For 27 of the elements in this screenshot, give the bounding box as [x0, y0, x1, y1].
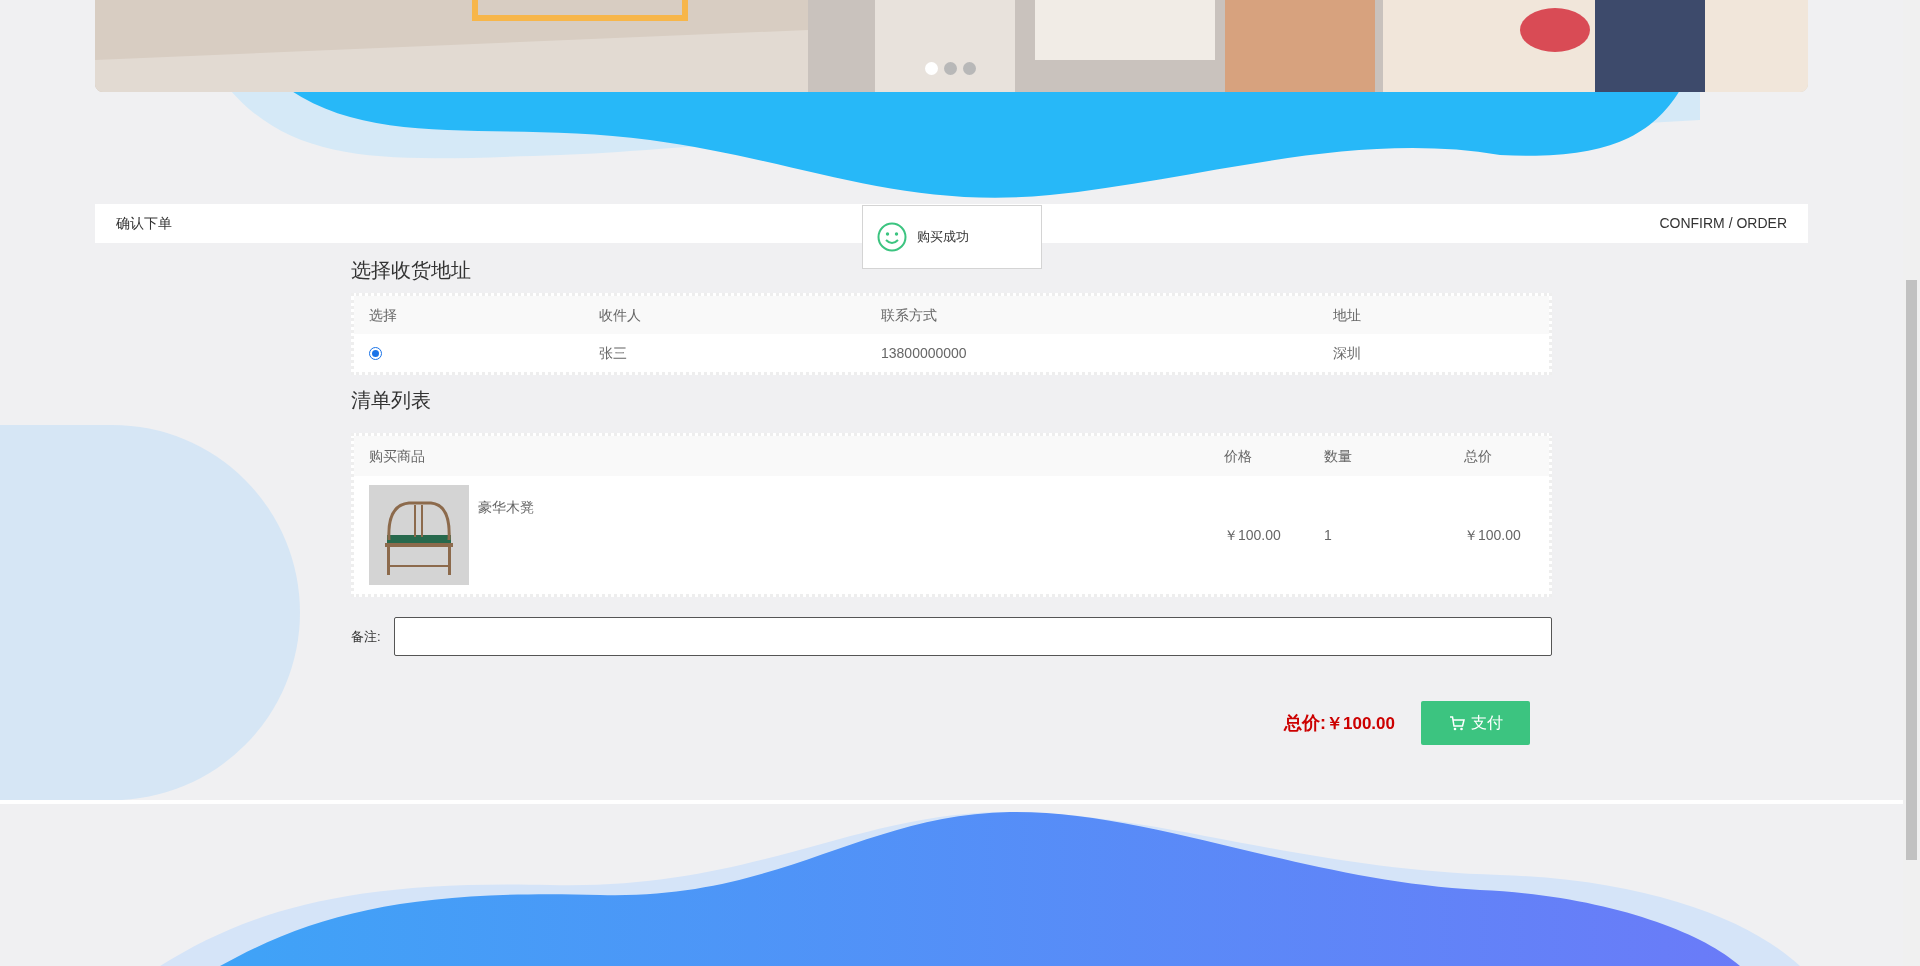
page-title: 确认下单 — [116, 214, 172, 233]
table-cell: 张三 — [599, 344, 627, 361]
table-cell: ￥100.00 — [1464, 526, 1521, 543]
column-header: 价格 — [1224, 447, 1252, 464]
table-cell: 13800000000 — [881, 344, 967, 361]
column-header: 联系方式 — [881, 306, 937, 323]
table-cell: 深圳 — [1333, 344, 1361, 361]
column-header: 数量 — [1324, 447, 1352, 464]
scrollbar-thumb[interactable] — [1906, 280, 1917, 860]
toast-message: 购买成功 — [917, 228, 969, 247]
table-cell: 1 — [1324, 526, 1332, 543]
table-cell: ￥100.00 — [1224, 526, 1281, 543]
column-header: 地址 — [1333, 306, 1361, 323]
remark-label: 备注: — [351, 627, 382, 646]
pay-button[interactable]: 支付 — [1421, 701, 1530, 745]
column-header: 收件人 — [599, 306, 641, 323]
page-subtitle: CONFIRM / ORDER — [1659, 214, 1787, 233]
column-header: 购买商品 — [369, 447, 425, 464]
column-header: 选择 — [369, 306, 397, 323]
smiley-icon — [877, 222, 907, 252]
section-title: 清单列表 — [351, 388, 431, 413]
product-name: 豪华木凳 — [478, 498, 534, 517]
total-price: 总价:￥100.00 — [1284, 711, 1395, 735]
column-header: 总价 — [1464, 447, 1492, 464]
remark-field[interactable] — [394, 617, 1552, 656]
cart-icon — [1448, 715, 1465, 731]
section-title: 选择收货地址 — [351, 258, 471, 283]
